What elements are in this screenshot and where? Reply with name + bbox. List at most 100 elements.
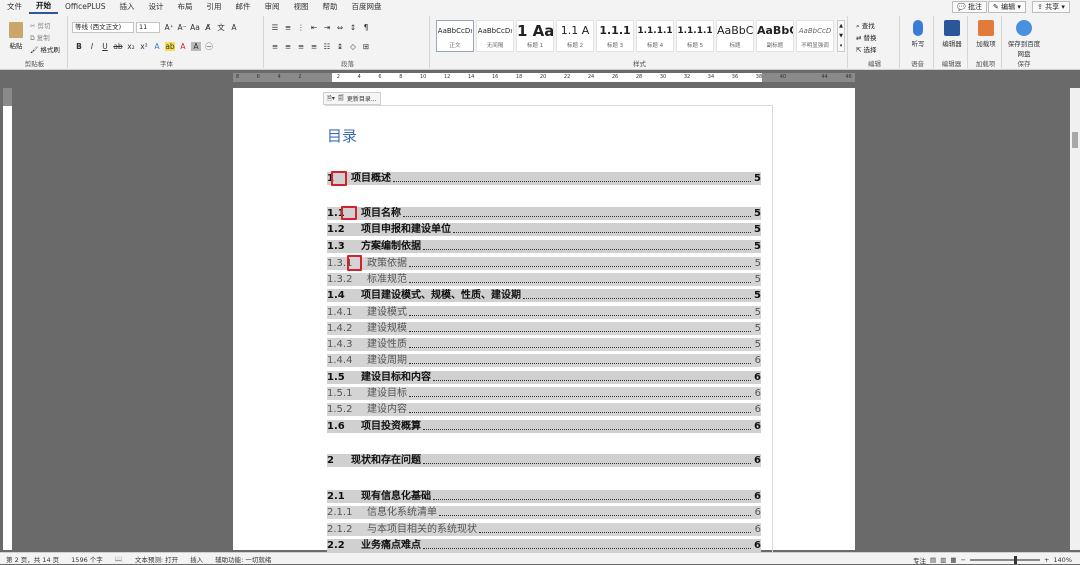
toc-entry[interactable]: 1 项目概述 5 [327,172,761,185]
style-item[interactable]: AaBbC 标题 [716,20,754,52]
tab-5[interactable]: 布局 [170,0,199,14]
zoom-out-button[interactable]: − [961,556,966,564]
page-count[interactable]: 第 2 页，共 14 页 [0,554,65,564]
vertical-ruler[interactable] [3,88,12,550]
distributed-icon[interactable]: ☷ [322,42,332,51]
toc-entry[interactable]: 1.5.2 建设内容 6 [327,403,761,416]
scrollbar-thumb[interactable] [1072,132,1078,148]
strikethrough-icon[interactable]: ab [113,42,123,51]
underline-icon[interactable]: U [100,42,110,51]
bullets-icon[interactable]: ☰ [270,23,280,32]
justify-icon[interactable]: ≡ [309,42,319,51]
styles-scroll[interactable]: ▲ ▼ ▾ [837,20,845,52]
align-center-icon[interactable]: ≡ [283,42,293,51]
proofing-icon[interactable]: 📖 [109,555,129,563]
toc-entry[interactable]: 1.4.4 建设周期 6 [327,354,761,367]
editor-button[interactable]: 编辑器 [937,20,967,48]
comment-button[interactable]: 💬 批注 [952,1,987,13]
select-button[interactable]: ⇱ 选择 [856,44,877,54]
find-button[interactable]: ⌕ 查找 [856,20,875,31]
toc-control-toolbar[interactable]: 🗎▾ 🗐 更新目录... [323,92,381,105]
paste-button[interactable]: 粘贴 [6,22,26,50]
insert-mode[interactable]: 插入 [184,554,209,564]
font-name-combo[interactable]: 等线 (西文正文) [72,22,134,33]
style-item[interactable]: AaBbCcDı 无间隔 [476,20,514,52]
toc-entry[interactable]: 2.1.2 与本项目相关的系统现状 6 [327,523,761,536]
toc-entry[interactable]: 2.1.1 信息化系统清单 6 [327,506,761,519]
grow-font-icon[interactable]: A⁺ [164,23,174,32]
enclose-char-icon[interactable]: ㊀ [204,42,214,51]
toc-entry[interactable]: 2 现状和存在问题 6 [327,454,761,467]
decrease-indent-icon[interactable]: ⇤ [309,23,319,32]
numbering-icon[interactable]: ≡ [283,23,293,32]
tab-0[interactable]: 文件 [0,0,29,14]
format-painter-button[interactable]: 🖌 格式刷 [30,44,60,54]
tab-3[interactable]: 插入 [112,0,141,14]
horizontal-ruler[interactable]: 8 6 4 2 2 4 6 8 10 12 14 16 18 20 22 24 26 28 30 32 34 36 38 40… [0,71,1080,85]
align-right-icon[interactable]: ≡ [296,42,306,51]
tab-1[interactable]: 开始 [29,0,58,14]
multilevel-list-icon[interactable]: ⋮ [296,23,306,32]
toc-entry[interactable]: 2.2 业务痛点难点 6 [327,539,761,552]
style-item[interactable]: 1.1.1 标题 3 [596,20,634,52]
zoom-slider[interactable] [969,556,1040,564]
italic-icon[interactable]: I [87,42,97,51]
style-item[interactable]: AaBbC 副标题 [756,20,794,52]
copy-button[interactable]: ⧉ 复制 [30,32,50,43]
highlight-icon[interactable]: ab [165,42,175,51]
toc-entry[interactable]: 1.4 项目建设模式、规模、性质、建设期 5 [327,289,761,302]
zoom-in-button[interactable]: + [1044,556,1049,564]
align-left-icon[interactable]: ≡ [270,42,280,51]
document-page[interactable]: 🗎▾ 🗐 更新目录... 目录 1 项目概述 5 1.1 项目名称 5 1.2 项目申报和建设… [233,88,855,555]
addins-button[interactable]: 加载项 [971,20,1001,48]
shading-icon[interactable]: ◇ [348,42,358,51]
tab-7[interactable]: 邮件 [228,0,257,14]
line-spacing-icon[interactable]: ↨ [335,42,345,51]
word-count[interactable]: 1596 个字 [65,554,109,564]
tab-6[interactable]: 引用 [199,0,228,14]
read-mode-icon[interactable]: ▤ [930,556,936,564]
accessibility-status[interactable]: 辅助功能: 一切就绪 [209,554,277,564]
replace-button[interactable]: ⇄ 替换 [856,32,877,42]
save-to-baidu-button[interactable]: 保存到百度网盘 [1006,20,1042,58]
dictate-button[interactable]: 听写 [903,20,933,48]
bold-icon[interactable]: B [74,42,84,51]
toc-entry[interactable]: 1.4.3 建设性质 5 [327,338,761,351]
phonetic-guide-icon[interactable]: 文 [216,23,226,32]
change-case-icon[interactable]: Aa [190,23,200,32]
tab-11[interactable]: 百度网盘 [344,0,388,14]
style-item[interactable]: 1.1 A 标题 2 [556,20,594,52]
tab-4[interactable]: 设计 [141,0,170,14]
borders-icon[interactable]: ⊞ [361,42,371,51]
chinese-layout-icon[interactable]: ⇔ [335,23,345,32]
toc-entry[interactable]: 1.5 建设目标和内容 6 [327,371,761,384]
update-toc-button[interactable]: 更新目录... [347,94,377,103]
tab-8[interactable]: 审阅 [257,0,286,14]
toc-entry[interactable]: 1.6 项目投资概算 6 [327,420,761,433]
style-item[interactable]: AaBbCcD 不明显强调 [796,20,834,52]
toc-entry[interactable]: 1.3.1 政策依据 5 [327,257,761,270]
subscript-icon[interactable]: x₂ [126,42,136,51]
cut-button[interactable]: ✂ 剪切 [30,20,51,30]
char-border-icon[interactable]: A [229,23,239,32]
font-color-icon[interactable]: A [178,42,188,51]
show-marks-icon[interactable]: ¶ [361,23,371,32]
tab-2[interactable]: OfficePLUS [58,0,112,14]
superscript-icon[interactable]: x² [139,42,149,51]
sort-icon[interactable]: ↕ [348,23,358,32]
text-prediction[interactable]: 文本预测: 打开 [129,554,184,564]
char-shading-icon[interactable]: A [191,42,201,51]
web-layout-icon[interactable]: ▦ [950,556,956,564]
toc-doc-icon[interactable]: 🗎▾ [327,94,335,104]
toc-entry[interactable]: 1.1 项目名称 5 [327,207,761,220]
toc-entry[interactable]: 1.3.2 标准规范 5 [327,273,761,286]
toc-entry[interactable]: 1.4.2 建设规模 5 [327,322,761,335]
toc-entry[interactable]: 1.5.1 建设目标 6 [327,387,761,400]
toc-entry[interactable]: 2.1 现有信息化基础 6 [327,490,761,503]
toc-entry[interactable]: 1.3 方案编制依据 5 [327,240,761,253]
toc-entry[interactable]: 1.4.1 建设模式 5 [327,306,761,319]
clear-format-icon[interactable]: A̸ [203,23,213,32]
style-item[interactable]: AaBbCcDı 正文 [436,20,474,52]
tab-10[interactable]: 帮助 [315,0,344,14]
increase-indent-icon[interactable]: ⇥ [322,23,332,32]
